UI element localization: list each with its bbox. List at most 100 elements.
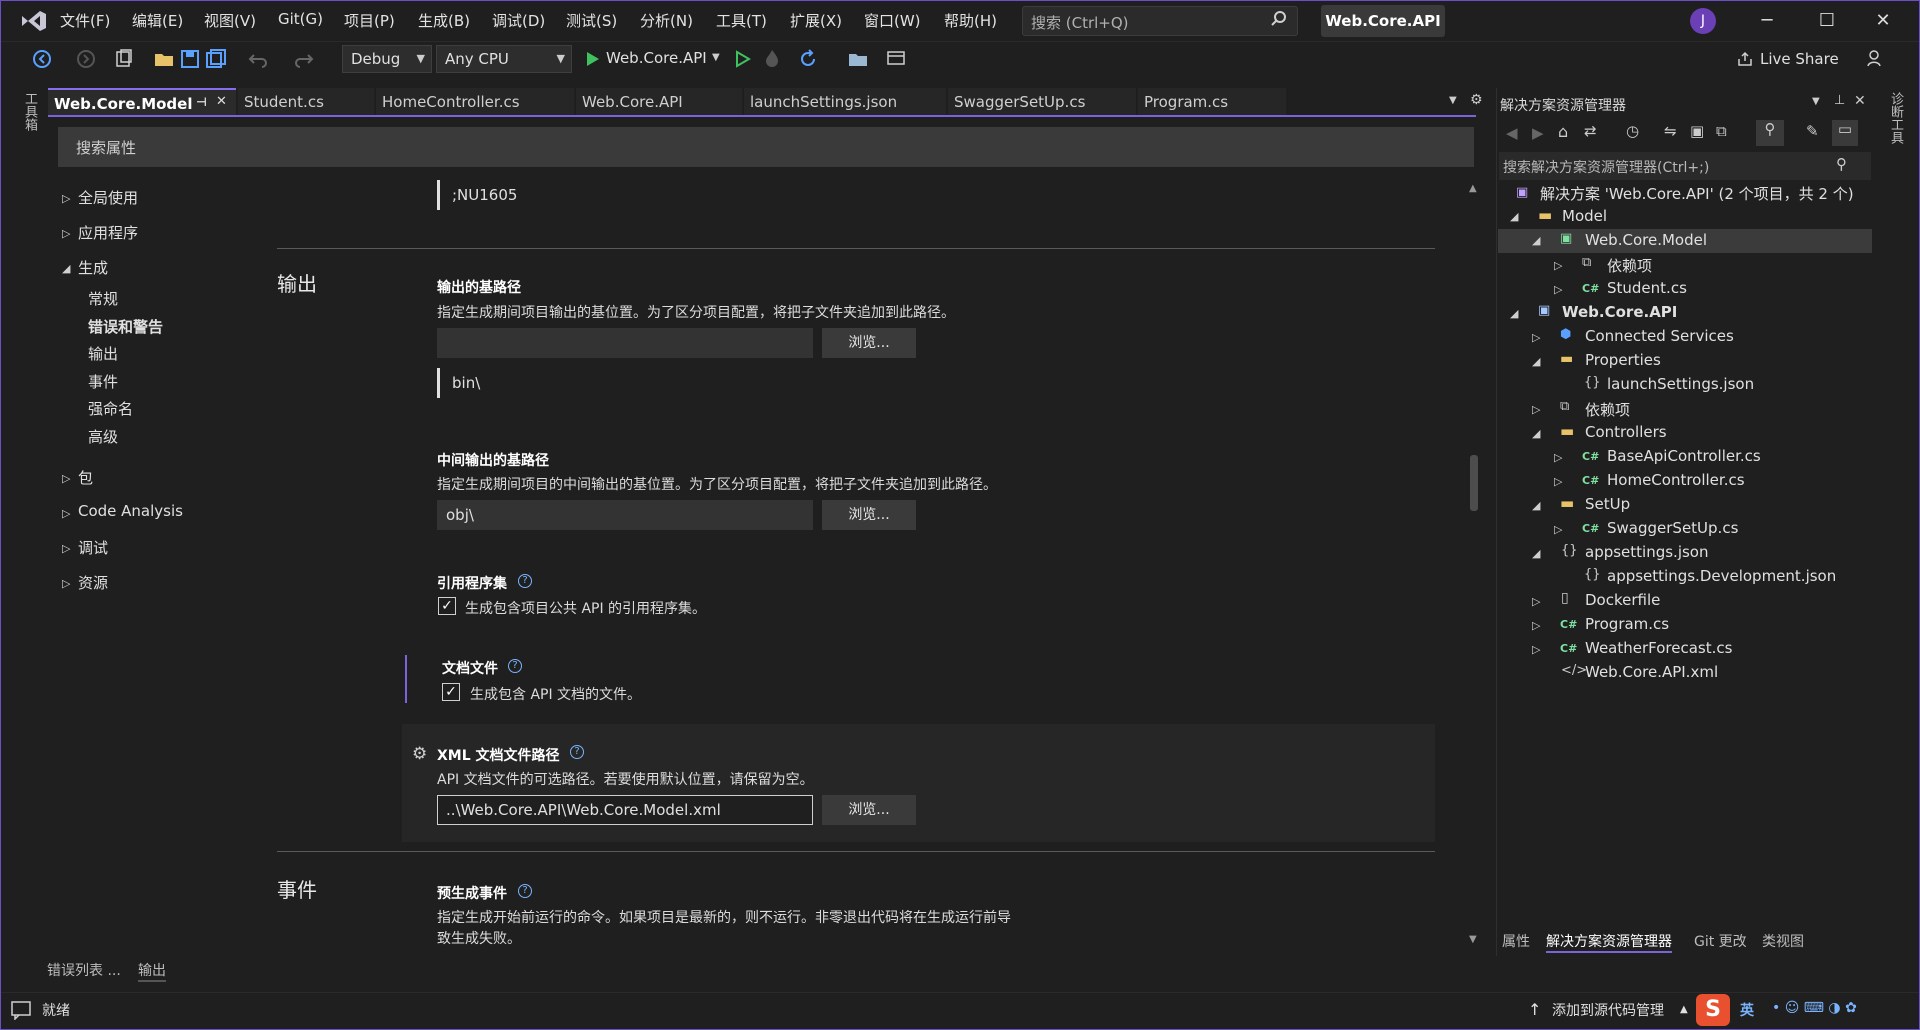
platform-select[interactable]: Any CPU ▼ (436, 45, 572, 73)
tab-error-list[interactable]: 错误列表 ... (47, 960, 121, 980)
redo-icon[interactable] (292, 47, 316, 71)
menu-edit[interactable]: 编辑(E) (132, 10, 183, 31)
expand-arrow-icon[interactable]: ▷ (62, 507, 70, 520)
xml-doc-path-browse-button[interactable]: 浏览... (822, 795, 916, 825)
editor-scroll-thumb[interactable] (1470, 455, 1478, 511)
help-icon[interactable]: ? (518, 884, 532, 898)
maximize-icon[interactable]: ☐ (1812, 10, 1842, 31)
undo-icon[interactable] (246, 47, 270, 71)
menu-git[interactable]: Git(G) (278, 10, 323, 28)
tree-item-api-dependencies[interactable]: 依赖项 (1585, 399, 1630, 420)
editor-scrollbar[interactable] (1466, 180, 1482, 950)
home-icon[interactable]: ⌂ (1558, 122, 1568, 141)
collapse-arrow-icon[interactable]: ◢ (1532, 234, 1540, 247)
collapse-arrow-icon[interactable]: ◢ (1532, 499, 1540, 512)
pin-icon[interactable]: ⊥ (1834, 93, 1845, 108)
search-properties-input[interactable]: 搜索属性 (58, 127, 1474, 167)
chevron-up-icon[interactable]: ▲ (1680, 1004, 1688, 1015)
menu-debug[interactable]: 调试(D) (492, 10, 545, 31)
tree-item-launchsettings-json[interactable]: launchSettings.json (1607, 375, 1754, 393)
save-all-icon[interactable] (204, 47, 228, 71)
menu-help[interactable]: 帮助(H) (944, 10, 997, 31)
expand-arrow-icon[interactable]: ▷ (1554, 259, 1562, 272)
tab-solution-explorer[interactable]: 解决方案资源管理器 (1546, 931, 1672, 953)
tree-item-web-core-api[interactable]: Web.Core.API (1562, 303, 1677, 321)
expand-arrow-icon[interactable]: ▷ (1554, 283, 1562, 296)
doc-file-checkbox[interactable]: ✓ (442, 683, 460, 701)
layout-icon[interactable] (884, 47, 908, 71)
add-to-source-control-button[interactable]: 添加到源代码管理 (1552, 1000, 1664, 1020)
tree-item-weatherforecast-cs[interactable]: WeatherForecast.cs (1585, 639, 1732, 657)
show-all-files-icon[interactable]: ⧉ (1716, 122, 1727, 140)
minimize-icon[interactable]: ─ (1752, 10, 1782, 31)
expand-arrow-icon[interactable]: ▷ (1554, 475, 1562, 488)
intermediate-path-browse-button[interactable]: 浏览... (822, 500, 916, 530)
collapse-arrow-icon[interactable]: ◢ (1510, 307, 1518, 320)
collapse-arrow-icon[interactable]: ◢ (1532, 355, 1540, 368)
nav-build-output[interactable]: 输出 (88, 343, 118, 364)
scroll-up-icon[interactable]: ▲ (1469, 183, 1477, 194)
nav-build-events[interactable]: 事件 (88, 371, 118, 392)
expand-arrow-icon[interactable]: ▷ (1532, 331, 1540, 344)
output-path-browse-button[interactable]: 浏览... (822, 328, 916, 358)
close-icon[interactable]: ✕ (1854, 93, 1866, 109)
search-icon[interactable]: ⚲ (1836, 155, 1847, 173)
open-folder-icon[interactable] (152, 47, 176, 71)
tree-item-program-cs[interactable]: Program.cs (1585, 615, 1669, 633)
expand-arrow-icon[interactable]: ▷ (62, 542, 70, 555)
menu-test[interactable]: 测试(S) (566, 10, 617, 31)
start-without-debug-icon[interactable] (730, 47, 754, 71)
expand-arrow-icon[interactable]: ▷ (1554, 523, 1562, 536)
tab-web-core-api[interactable]: Web.Core.API (576, 88, 742, 116)
pin-icon[interactable]: ⊣ (196, 95, 207, 109)
tab-properties[interactable]: 属性 (1502, 931, 1530, 951)
nav-resources[interactable]: 资源 (78, 572, 108, 593)
tab-class-view[interactable]: 类视图 (1762, 931, 1804, 951)
nav-build-general[interactable]: 常规 (88, 288, 118, 309)
wrench-icon[interactable]: ✎ (1806, 122, 1819, 140)
expand-arrow-icon[interactable]: ▷ (1554, 451, 1562, 464)
expand-arrow-icon[interactable]: ▷ (1532, 643, 1540, 656)
menu-project[interactable]: 项目(P) (344, 10, 395, 31)
notification-icon[interactable] (10, 1000, 32, 1020)
preview-icon[interactable]: ▭ (1832, 120, 1858, 146)
diagnostic-tools-label[interactable]: 诊断工具 (1886, 92, 1905, 144)
nav-build-errors-warnings[interactable]: 错误和警告 (88, 316, 163, 337)
tab-program-cs[interactable]: Program.cs (1138, 88, 1286, 116)
avatar[interactable]: J (1690, 8, 1716, 34)
global-search-input[interactable]: 搜索 (Ctrl+Q) (1022, 6, 1298, 36)
tree-item-appsettings-json[interactable]: appsettings.json (1585, 543, 1709, 561)
menu-view[interactable]: 视图(V) (204, 10, 256, 31)
nav-code-analysis[interactable]: Code Analysis (78, 502, 183, 520)
menu-window[interactable]: 窗口(W) (864, 10, 921, 31)
menu-file[interactable]: 文件(F) (60, 10, 110, 31)
back-icon[interactable]: ◀ (1506, 124, 1518, 142)
tree-item-swaggersetup-cs[interactable]: SwaggerSetUp.cs (1607, 519, 1738, 537)
nav-global-usings[interactable]: 全局使用 (78, 187, 138, 208)
tree-item-properties[interactable]: Properties (1585, 351, 1661, 369)
forward-icon[interactable]: ▶ (1532, 124, 1544, 142)
tree-item-setup[interactable]: SetUp (1585, 495, 1630, 513)
expand-arrow-icon[interactable]: ▷ (62, 227, 70, 240)
menu-build[interactable]: 生成(B) (418, 10, 470, 31)
chevron-down-icon[interactable]: ▼ (712, 52, 720, 63)
output-path-input[interactable] (437, 328, 813, 358)
expand-arrow-icon[interactable]: ▷ (1532, 403, 1540, 416)
tab-output[interactable]: 输出 (138, 960, 166, 982)
expand-arrow-icon[interactable]: ▷ (62, 472, 70, 485)
refresh-icon[interactable] (796, 47, 820, 71)
pending-changes-icon[interactable]: ◷ (1626, 122, 1639, 140)
tree-item-controllers[interactable]: Controllers (1585, 423, 1667, 441)
reference-assembly-checkbox[interactable]: ✓ (438, 597, 456, 615)
nav-debug[interactable]: 调试 (78, 537, 108, 558)
toolbox-label[interactable]: 工具箱 (20, 92, 39, 131)
tab-settings-gear-icon[interactable]: ⚙ (1470, 92, 1483, 108)
nav-build-advanced[interactable]: 高级 (88, 426, 118, 447)
close-tab-icon[interactable]: ✕ (216, 94, 227, 109)
tree-item-dockerfile[interactable]: Dockerfile (1585, 591, 1660, 609)
tab-web-core-model[interactable]: Web.Core.Model ⊣ ✕ (48, 88, 236, 116)
tree-item-web-core-api-xml[interactable]: Web.Core.API.xml (1585, 663, 1718, 681)
collapse-arrow-icon[interactable]: ◢ (62, 262, 70, 275)
sync-icon[interactable]: ⇋ (1664, 122, 1677, 140)
tab-swaggersetup-cs[interactable]: SwaggerSetUp.cs (948, 88, 1136, 116)
